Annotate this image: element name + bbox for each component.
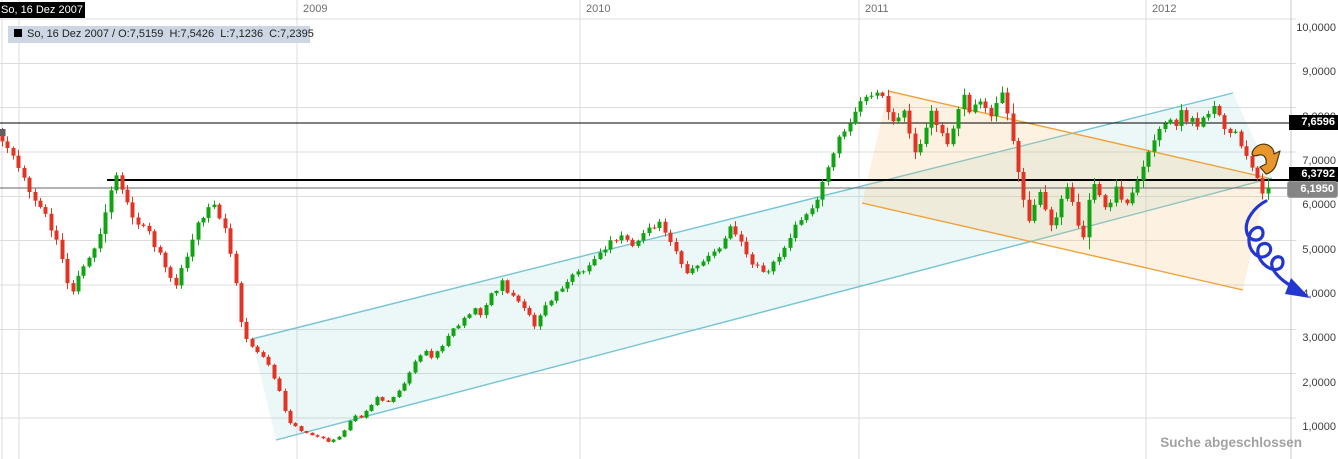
price-tick-label: 3,0000 <box>1292 332 1336 345</box>
price-tick-label: 4,0000 <box>1292 288 1336 301</box>
price-chart[interactable] <box>0 0 1338 459</box>
series-marker-icon <box>14 29 22 37</box>
price-tick-label: 2,0000 <box>1292 377 1336 390</box>
price-tick-label: 5,0000 <box>1292 244 1336 257</box>
price-marker-box-7,6596: 7,6596 <box>1289 115 1338 130</box>
price-marker-box-6,3792: 6,3792 <box>1289 167 1338 182</box>
price-tick-label: 9,0000 <box>1292 66 1336 79</box>
ohlc-legend-bar: So, 16 Dez 2007 / O:7,5159 H:7,5426 L:7,… <box>8 26 310 43</box>
ohlc-legend-text: So, 16 Dez 2007 / O:7,5159 H:7,5426 L:7,… <box>27 28 314 40</box>
year-label-2010: 2010 <box>586 3 610 15</box>
selected-candle-marker <box>0 129 6 136</box>
price-tick-label: 10,0000 <box>1292 22 1336 35</box>
price-tick-label: 1,0000 <box>1292 421 1336 434</box>
crosshair-date-tooltip: So, 16 Dez 2007 <box>0 2 85 18</box>
year-label-2011: 2011 <box>865 3 889 15</box>
chart-window: 2009201020112012 10,00009,00008,00007,00… <box>0 0 1338 459</box>
price-tick-label: 6,0000 <box>1292 199 1336 212</box>
year-label-2012: 2012 <box>1152 3 1176 15</box>
year-label-2009: 2009 <box>303 3 327 15</box>
price-marker-box-6,1950: 6,1950 <box>1287 181 1338 198</box>
status-text: Suche abgeschlossen <box>1160 435 1302 450</box>
